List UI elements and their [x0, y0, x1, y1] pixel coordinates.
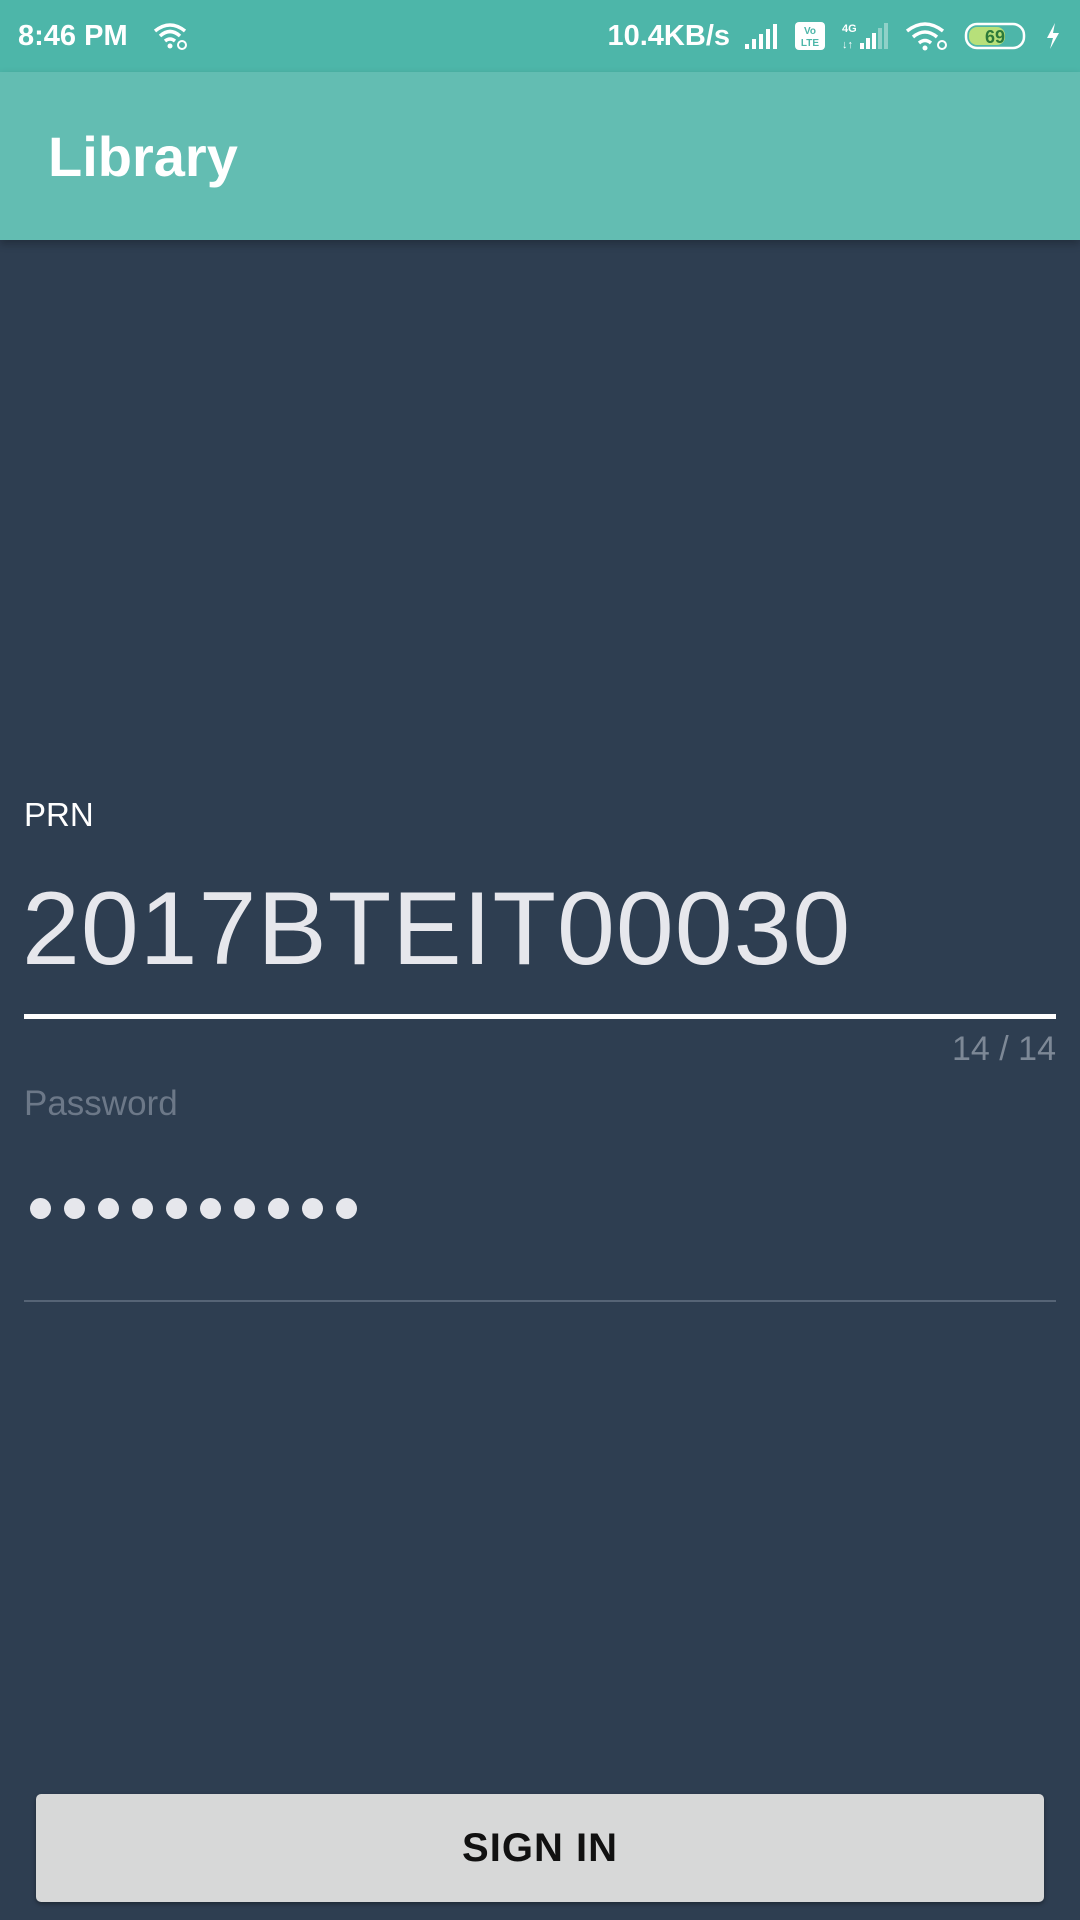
- app-title: Library: [48, 125, 238, 188]
- app-bar: Library: [0, 72, 1080, 240]
- wifi-icon: [904, 21, 950, 51]
- svg-text:LTE: LTE: [801, 38, 819, 49]
- svg-text:↓↑: ↓↑: [842, 39, 853, 51]
- status-right: 10.4KB/s Vo LTE 4G ↓↑ 69: [607, 20, 1062, 53]
- svg-text:Vo: Vo: [804, 26, 816, 37]
- signal-4g-icon: 4G ↓↑: [840, 21, 890, 51]
- password-mask-dot: [200, 1198, 221, 1219]
- password-mask-dot: [166, 1198, 187, 1219]
- status-left: 8:46 PM: [18, 20, 188, 53]
- password-mask-dot: [336, 1198, 357, 1219]
- password-mask-dot: [302, 1198, 323, 1219]
- password-mask-dot: [64, 1198, 85, 1219]
- wifi-link-icon: [152, 21, 188, 51]
- sign-in-button[interactable]: SIGN IN: [36, 1794, 1044, 1902]
- prn-underline: [24, 1014, 1056, 1019]
- password-label: Password: [24, 1084, 178, 1123]
- password-mask-dot: [132, 1198, 153, 1219]
- password-mask-dot: [30, 1198, 51, 1219]
- battery-icon: 69: [964, 21, 1030, 51]
- charging-icon: [1044, 21, 1062, 51]
- login-form: PRN 2017BTEIT00030 14 / 14 Password SIGN…: [0, 240, 1080, 1920]
- prn-character-counter: 14 / 14: [952, 1030, 1056, 1068]
- prn-input[interactable]: 2017BTEIT00030: [22, 870, 851, 989]
- status-time: 8:46 PM: [18, 19, 128, 52]
- signal-icon: [744, 22, 780, 50]
- battery-level: 69: [985, 27, 1005, 47]
- password-underline: [24, 1300, 1056, 1302]
- svg-text:4G: 4G: [842, 23, 857, 35]
- status-bar: 8:46 PM 10.4KB/s Vo LTE 4G ↓↑ 69: [0, 0, 1080, 72]
- password-mask-dot: [98, 1198, 119, 1219]
- network-speed: 10.4KB/s: [607, 19, 730, 52]
- password-mask-dot: [234, 1198, 255, 1219]
- password-input[interactable]: [30, 1198, 357, 1219]
- password-mask-dot: [268, 1198, 289, 1219]
- volte-icon: Vo LTE: [794, 21, 826, 51]
- prn-label: PRN: [24, 796, 94, 833]
